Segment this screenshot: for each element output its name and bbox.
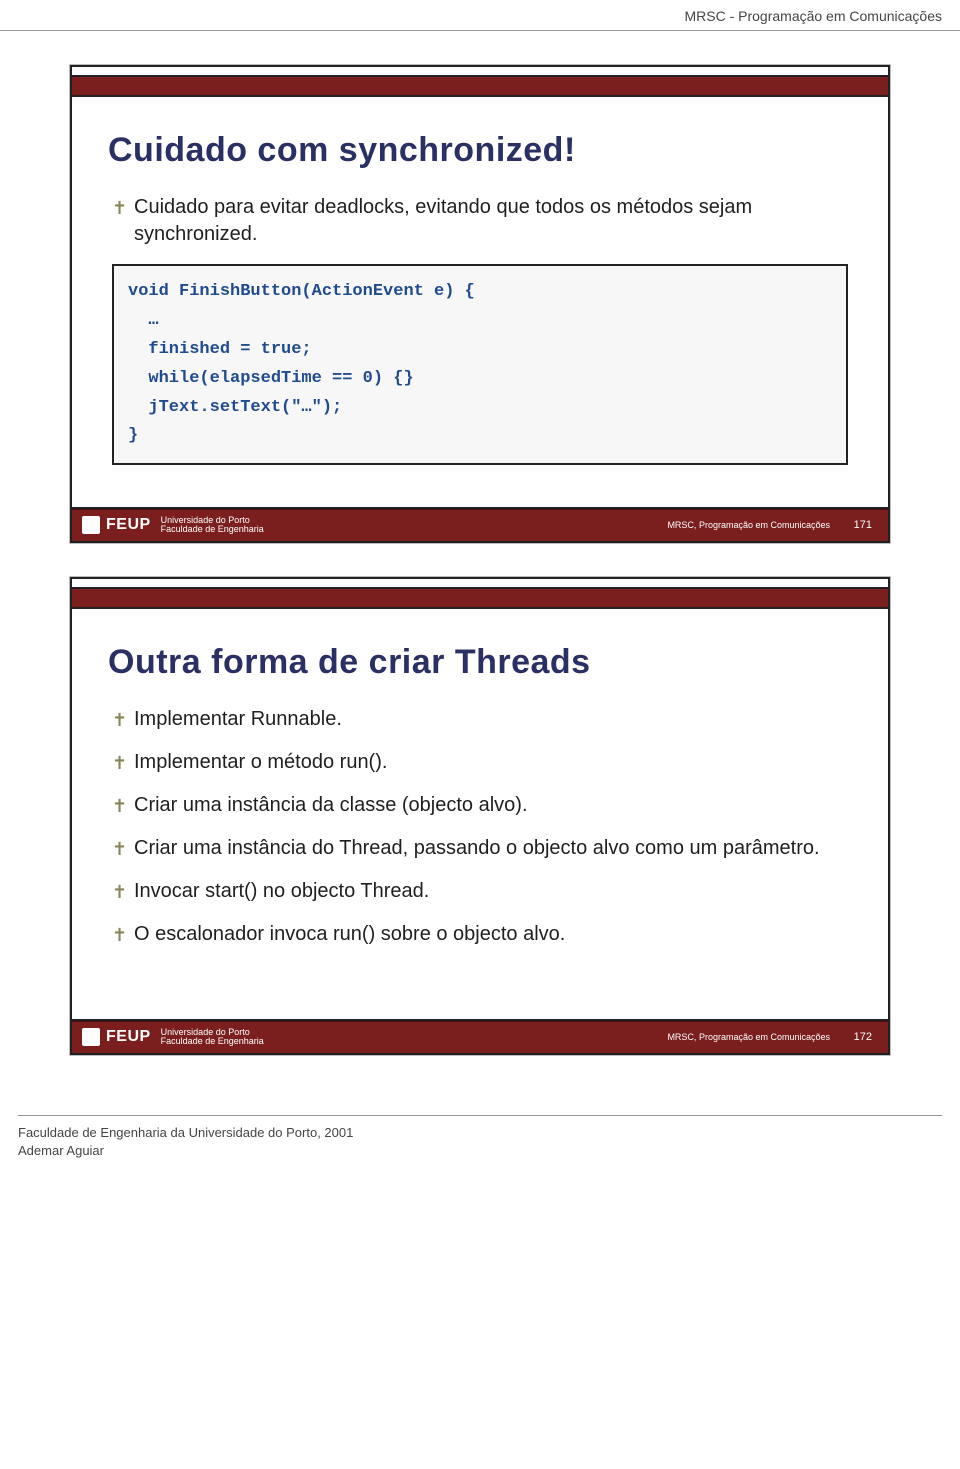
dagger-icon: ✝ — [112, 751, 134, 775]
page-footer: Faculdade de Engenharia da Universidade … — [18, 1115, 942, 1182]
bullet-text: Cuidado para evitar deadlocks, evitando … — [134, 194, 852, 248]
feup-logo-block: FEUP Universidade do Porto Faculdade de … — [82, 516, 264, 535]
bullet-item: ✝ Cuidado para evitar deadlocks, evitand… — [112, 194, 852, 248]
dagger-icon: ✝ — [112, 794, 134, 818]
feup-name: FEUP — [106, 1028, 151, 1046]
footer-line2: Ademar Aguiar — [18, 1142, 942, 1160]
dagger-icon: ✝ — [112, 196, 134, 220]
bullet-item: ✝ Implementar Runnable. — [112, 706, 852, 733]
slides-container: Cuidado com synchronized! ✝ Cuidado para… — [0, 65, 960, 1099]
feup-name: FEUP — [106, 516, 151, 534]
slide-header-bar — [72, 77, 888, 97]
footer-center-text: MRSC, Programação em Comunicações — [667, 1032, 830, 1042]
bullet-text: O escalonador invoca run() sobre o objec… — [134, 921, 852, 948]
bullet-text: Implementar o método run(). — [134, 749, 852, 776]
feup-logo-block: FEUP Universidade do Porto Faculdade de … — [82, 1028, 264, 1047]
bullet-text: Implementar Runnable. — [134, 706, 852, 733]
footer-strip: FEUP Universidade do Porto Faculdade de … — [72, 1021, 888, 1053]
page-header-text: MRSC - Programação em Comunicações — [684, 8, 942, 24]
feup-crest-icon: FEUP — [82, 1028, 151, 1046]
slide-number: 172 — [844, 1031, 872, 1043]
shield-icon — [82, 516, 100, 534]
dagger-icon: ✝ — [112, 923, 134, 947]
slide-top-stripe — [72, 579, 888, 589]
slide-title: Cuidado com synchronized! — [108, 131, 852, 170]
slide-footer: FEUP Universidade do Porto Faculdade de … — [72, 1019, 888, 1053]
slide-header-bar — [72, 589, 888, 609]
dagger-icon: ✝ — [112, 708, 134, 732]
feup-subtitle: Universidade do Porto Faculdade de Engen… — [161, 1028, 264, 1047]
slide-171: Cuidado com synchronized! ✝ Cuidado para… — [70, 65, 890, 543]
dagger-icon: ✝ — [112, 880, 134, 904]
bullet-item: ✝ Criar uma instância do Thread, passand… — [112, 835, 852, 862]
slide-body: Cuidado com synchronized! ✝ Cuidado para… — [72, 97, 888, 507]
bullet-text: Criar uma instância da classe (objecto a… — [134, 792, 852, 819]
slide-number: 171 — [844, 519, 872, 531]
code-content: void FinishButton(ActionEvent e) { … fin… — [114, 266, 846, 463]
bullet-item: ✝ O escalonador invoca run() sobre o obj… — [112, 921, 852, 948]
footer-center-text: MRSC, Programação em Comunicações — [667, 520, 830, 530]
bullet-item: ✝ Criar uma instância da classe (objecto… — [112, 792, 852, 819]
bullet-item: ✝ Implementar o método run(). — [112, 749, 852, 776]
slide-title: Outra forma de criar Threads — [108, 643, 852, 682]
footer-strip: FEUP Universidade do Porto Faculdade de … — [72, 509, 888, 541]
slide-top-stripe — [72, 67, 888, 77]
bullet-item: ✝ Invocar start() no objecto Thread. — [112, 878, 852, 905]
footer-line1: Faculdade de Engenharia da Universidade … — [18, 1124, 942, 1142]
feup-line2: Faculdade de Engenharia — [161, 525, 264, 534]
bullet-text: Criar uma instância do Thread, passando … — [134, 835, 852, 862]
feup-crest-icon: FEUP — [82, 516, 151, 534]
feup-line2: Faculdade de Engenharia — [161, 1037, 264, 1046]
code-box: void FinishButton(ActionEvent e) { … fin… — [112, 264, 848, 465]
slide-body: Outra forma de criar Threads ✝ Implement… — [72, 609, 888, 1019]
page-header: MRSC - Programação em Comunicações — [0, 0, 960, 31]
feup-subtitle: Universidade do Porto Faculdade de Engen… — [161, 516, 264, 535]
shield-icon — [82, 1028, 100, 1046]
dagger-icon: ✝ — [112, 837, 134, 861]
bullet-text: Invocar start() no objecto Thread. — [134, 878, 852, 905]
slide-172: Outra forma de criar Threads ✝ Implement… — [70, 577, 890, 1055]
slide-footer: FEUP Universidade do Porto Faculdade de … — [72, 507, 888, 541]
